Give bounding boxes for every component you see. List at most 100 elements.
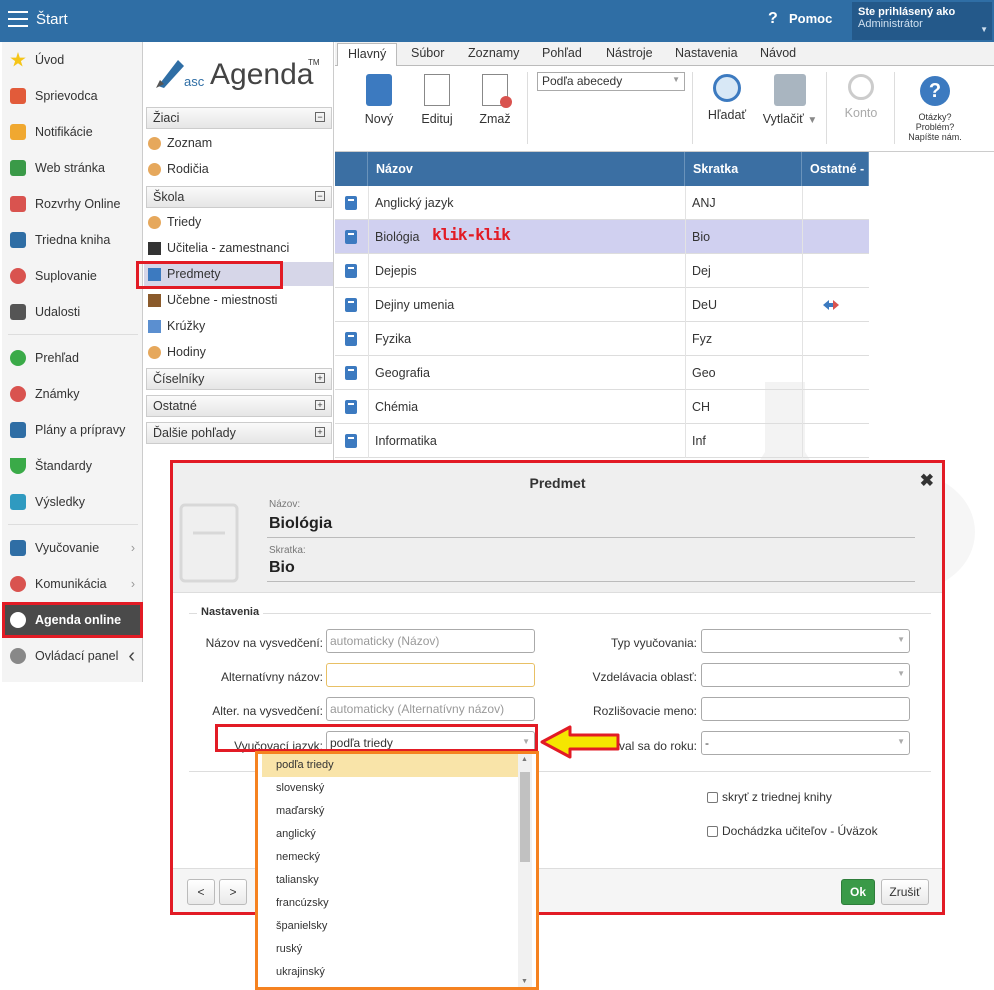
sort-select[interactable]: Podľa abecedy ▼ xyxy=(537,72,685,91)
next-button[interactable]: > xyxy=(219,879,247,905)
table-row[interactable]: Anglický jazyk ANJ xyxy=(335,186,869,220)
nazov-vysvedcenie-input[interactable]: automaticky (Názov) xyxy=(326,629,535,653)
dropdown-option[interactable]: španielsky xyxy=(262,915,518,938)
close-icon[interactable]: ✖ xyxy=(920,471,934,491)
scroll-down-icon[interactable]: ▼ xyxy=(521,978,528,985)
ok-button[interactable]: Ok xyxy=(841,879,875,905)
expand-icon[interactable]: + xyxy=(315,400,325,410)
search-button[interactable]: Hľadať xyxy=(697,74,757,122)
table-row[interactable]: Fyzika Fyz xyxy=(335,322,869,356)
table-row[interactable]: Informatika Inf xyxy=(335,424,869,458)
do-roku-select[interactable]: - ▼ xyxy=(701,731,910,755)
nav-item-znamky[interactable]: Známky xyxy=(2,376,143,412)
scroll-up-icon[interactable]: ▲ xyxy=(521,756,528,763)
section-ostatne[interactable]: Ostatné + xyxy=(146,395,332,417)
nav-item-uvod[interactable]: Úvod xyxy=(2,42,143,78)
hide-from-classbook-checkbox[interactable]: skryť z triednej knihy xyxy=(707,790,832,804)
edit-button[interactable]: Edituj xyxy=(407,74,467,126)
dropdown-option[interactable]: taliansky xyxy=(262,869,518,892)
dropdown-option[interactable]: podľa triedy xyxy=(262,754,518,777)
skratka-label: Skratka: xyxy=(269,545,306,556)
dropdown-option[interactable]: slovenský xyxy=(262,777,518,800)
typ-vyucovania-select[interactable]: ▼ xyxy=(701,629,910,653)
rozlisovacie-meno-input[interactable] xyxy=(701,697,910,721)
collapse-chevron-icon[interactable]: ‹ xyxy=(128,645,135,668)
table-row[interactable]: Dejiny umenia DeU xyxy=(335,288,869,322)
tree-item-ucebne[interactable]: Učebne - miestnosti xyxy=(148,288,277,312)
tab-nastroje[interactable]: Nástroje xyxy=(606,46,653,60)
tree-item-zoznam[interactable]: Zoznam xyxy=(148,131,212,155)
user-menu[interactable]: Ste prihlásený ako Administrátor ▼ xyxy=(852,2,992,40)
nav-item-plany[interactable]: Plány a prípravy xyxy=(2,412,143,448)
tree-item-kruzky[interactable]: Krúžky xyxy=(148,314,205,338)
dropdown-option[interactable]: anglický xyxy=(262,823,518,846)
menu-icon[interactable] xyxy=(8,11,28,29)
new-button[interactable]: Nový xyxy=(349,74,409,126)
tab-navod[interactable]: Návod xyxy=(760,46,796,60)
nav-item-web[interactable]: Web stránka xyxy=(2,150,143,186)
nav-item-agenda-online[interactable]: Agenda online xyxy=(2,602,143,638)
nav-item-vysledky[interactable]: Výsledky xyxy=(2,484,143,520)
tab-subor[interactable]: Súbor xyxy=(411,46,444,60)
nav-item-suplovanie[interactable]: Suplovanie xyxy=(2,258,143,294)
help-link[interactable]: Pomoc xyxy=(789,11,832,26)
tree-item-hodiny[interactable]: Hodiny xyxy=(148,340,206,364)
scrollbar-thumb[interactable] xyxy=(520,772,530,862)
nav-item-rozvrhy[interactable]: Rozvrhy Online xyxy=(2,186,143,222)
tab-pohlad[interactable]: Pohľad xyxy=(542,46,582,60)
tab-nastavenia[interactable]: Nastavenia xyxy=(675,46,738,60)
app-title[interactable]: Štart xyxy=(36,11,68,28)
table-header-ostatne[interactable]: Ostatné - I xyxy=(802,152,869,186)
expand-icon[interactable]: + xyxy=(315,373,325,383)
delete-button[interactable]: Zmaž xyxy=(465,74,525,126)
nav-item-ovladaci-panel[interactable]: Ovládací panel ‹ xyxy=(2,638,143,674)
teacher-attendance-checkbox[interactable]: Dochádzka učiteľov - Úväzok xyxy=(707,824,878,838)
dropdown-option[interactable]: maďarský xyxy=(262,800,518,823)
alternativny-nazov-input[interactable] xyxy=(326,663,535,687)
section-ciselniky[interactable]: Číselníky + xyxy=(146,368,332,390)
nav-item-standardy[interactable]: Štandardy xyxy=(2,448,143,484)
prev-button[interactable]: < xyxy=(187,879,215,905)
cancel-button[interactable]: Zrušiť xyxy=(881,879,929,905)
table-header-nazov[interactable]: Názov xyxy=(368,152,685,186)
table-row[interactable]: Geografia Geo xyxy=(335,356,869,390)
collapse-icon[interactable]: − xyxy=(315,112,325,122)
nav-item-sprievodca[interactable]: Sprievodca xyxy=(2,78,143,114)
print-button[interactable]: Vytlačiť ▼ xyxy=(758,74,822,126)
tree-item-rodicia[interactable]: Rodičia xyxy=(148,157,209,181)
expand-icon[interactable]: + xyxy=(315,427,325,437)
nav-item-komunikacia[interactable]: Komunikácia › xyxy=(2,566,143,602)
tree-item-triedy[interactable]: Triedy xyxy=(148,210,201,234)
skratka-value[interactable]: Bio xyxy=(269,559,295,577)
collapse-icon[interactable]: − xyxy=(315,191,325,201)
section-dalsie[interactable]: Ďalšie pohľady + xyxy=(146,422,332,444)
section-skola[interactable]: Škola − xyxy=(146,186,332,208)
dropdown-scrollbar[interactable]: ▲ ▼ xyxy=(518,754,532,987)
table-row-selected[interactable]: Biológia klik-klik Bio xyxy=(335,220,869,254)
chevron-down-icon[interactable]: ▼ xyxy=(807,115,817,126)
nav-item-udalosti[interactable]: Udalosti xyxy=(2,294,143,330)
calendar-grid-icon xyxy=(10,196,26,212)
ribbon-tabs: Hlavný Súbor Zoznamy Pohľad Nástroje Nas… xyxy=(335,42,994,67)
tab-zoznamy[interactable]: Zoznamy xyxy=(468,46,519,60)
dropdown-option[interactable]: francúzsky xyxy=(262,892,518,915)
nav-item-vyucovanie[interactable]: Vyučovanie › xyxy=(2,530,143,566)
nav-item-triedna-kniha[interactable]: Triedna kniha xyxy=(2,222,143,258)
tab-hlavny[interactable]: Hlavný xyxy=(337,43,398,67)
nav-item-notifikacie[interactable]: Notifikácie xyxy=(2,114,143,150)
tree-item-ucitelia[interactable]: Učitelia - zamestnanci xyxy=(148,236,289,260)
dropdown-option[interactable]: ukrajinský xyxy=(262,961,518,984)
section-ziaci[interactable]: Žiaci − xyxy=(146,107,332,129)
account-button[interactable]: Konto xyxy=(831,74,891,120)
table-row[interactable]: Chémia CH xyxy=(335,390,869,424)
nav-item-prehlad[interactable]: Prehľad xyxy=(2,340,143,376)
dropdown-option[interactable]: ruský xyxy=(262,938,518,961)
dropdown-option[interactable]: nemecký xyxy=(262,846,518,869)
nazov-value[interactable]: Biológia xyxy=(269,515,332,533)
alter-vysvedcenie-input[interactable]: automaticky (Alternatívny názov) xyxy=(326,697,535,721)
table-row[interactable]: Dejepis Dej xyxy=(335,254,869,288)
table-header-skratka[interactable]: Skratka xyxy=(685,152,802,186)
help-icon[interactable]: ? xyxy=(768,10,778,28)
vzdelavacia-oblast-select[interactable]: ▼ xyxy=(701,663,910,687)
feedback-button[interactable]: ? Otázky? Problém? Napíšte nám. xyxy=(900,76,970,142)
